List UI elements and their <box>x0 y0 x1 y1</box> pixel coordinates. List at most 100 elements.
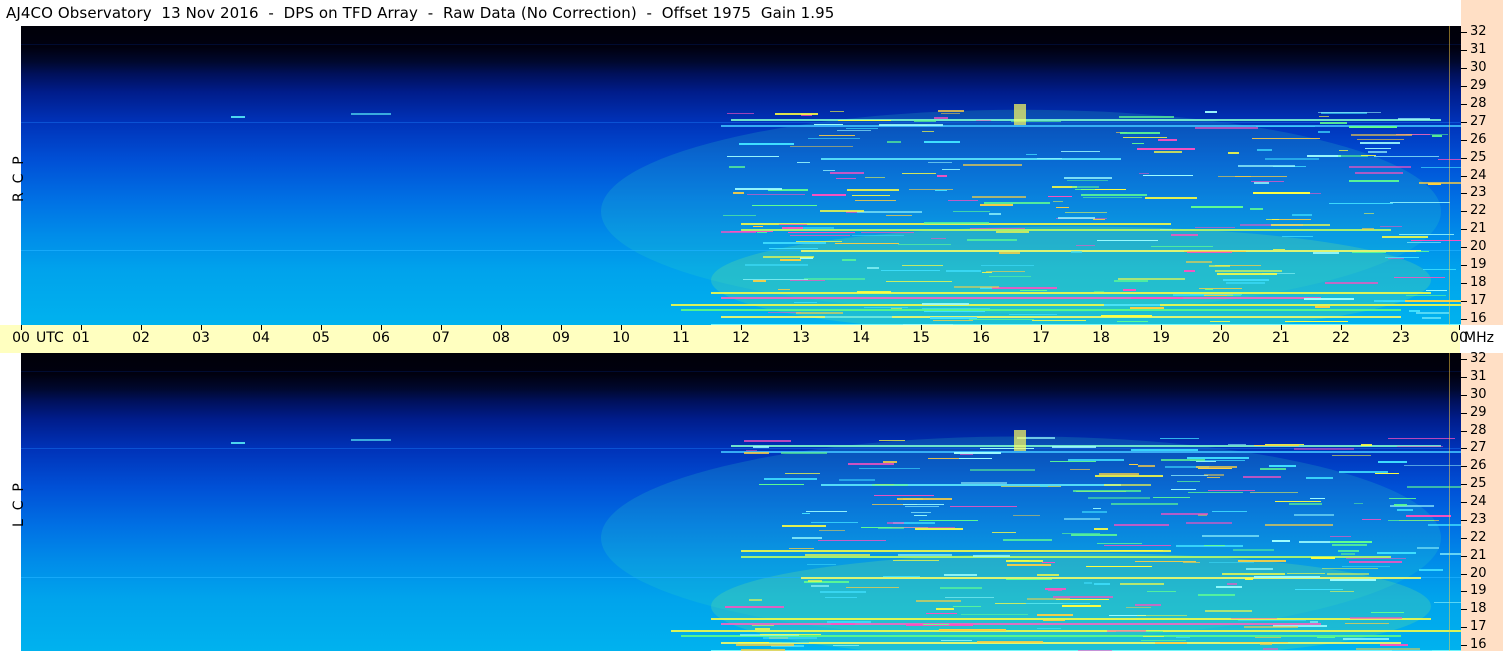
freq-label-16-rcp: 16 <box>1470 311 1487 326</box>
freq-label-17-lcp: 17 <box>1470 619 1487 634</box>
time-tick-mark <box>321 325 322 330</box>
time-label-22: 22 <box>1332 330 1350 346</box>
time-tick-mark <box>261 325 262 330</box>
spectrogram-activity-overlay <box>21 353 1461 651</box>
freq-tick-mark <box>1461 431 1467 432</box>
freq-tick-mark <box>1461 229 1467 230</box>
frequency-axis-corner <box>1461 0 1503 26</box>
freq-label-29-rcp: 29 <box>1470 78 1487 93</box>
freq-tick-mark <box>1461 448 1467 449</box>
freq-label-30-rcp: 30 <box>1470 60 1487 75</box>
freq-tick-mark <box>1461 122 1467 123</box>
freq-label-19-rcp: 19 <box>1470 257 1487 272</box>
freq-label-22-rcp: 22 <box>1470 203 1487 218</box>
spectrogram-activity-overlay <box>21 26 1461 325</box>
time-tick-mark <box>381 325 382 330</box>
time-label-19: 19 <box>1152 330 1170 346</box>
time-label-23: 23 <box>1392 330 1410 346</box>
freq-tick-mark <box>1461 104 1467 105</box>
time-label-end: 00 <box>1450 330 1468 346</box>
freq-tick-mark <box>1461 301 1467 302</box>
freq-tick-mark <box>1461 645 1467 646</box>
time-label-09: 09 <box>552 330 570 346</box>
time-tick-mark <box>21 325 22 330</box>
freq-tick-mark <box>1461 86 1467 87</box>
time-label-21: 21 <box>1272 330 1290 346</box>
polarization-label-rcp: R C P <box>11 156 27 202</box>
time-tick-mark <box>1101 325 1102 330</box>
freq-tick-mark <box>1461 591 1467 592</box>
freq-tick-mark <box>1461 176 1467 177</box>
freq-label-31-rcp: 31 <box>1470 42 1487 57</box>
freq-label-23-lcp: 23 <box>1470 512 1487 527</box>
time-tick-mark <box>861 325 862 330</box>
time-tick-mark <box>141 325 142 330</box>
freq-tick-mark <box>1461 211 1467 212</box>
freq-label-29-lcp: 29 <box>1470 405 1487 420</box>
freq-tick-mark <box>1461 520 1467 521</box>
time-label-20: 20 <box>1212 330 1230 346</box>
mhz-unit-label: MHz <box>1464 330 1494 346</box>
freq-tick-mark <box>1461 574 1467 575</box>
freq-label-19-lcp: 19 <box>1470 583 1487 598</box>
time-label-16: 16 <box>972 330 990 346</box>
freq-tick-mark <box>1461 395 1467 396</box>
time-label-14: 14 <box>852 330 870 346</box>
freq-tick-mark <box>1461 193 1467 194</box>
time-label-start: 00 <box>12 330 30 346</box>
freq-label-18-rcp: 18 <box>1470 275 1487 290</box>
freq-label-27-rcp: 27 <box>1470 114 1487 129</box>
freq-label-25-rcp: 25 <box>1470 150 1487 165</box>
freq-label-18-lcp: 18 <box>1470 601 1487 616</box>
time-label-01: 01 <box>72 330 90 346</box>
freq-tick-mark <box>1461 413 1467 414</box>
time-axis: UTC MHz 00 01 02 03 04 05 06 07 08 09 10 11 12 13 14 15… <box>0 325 1494 353</box>
polarization-label-lcp: L C P <box>11 483 27 527</box>
time-tick-mark <box>681 325 682 330</box>
freq-tick-mark <box>1461 466 1467 467</box>
freq-tick-mark <box>1461 32 1467 33</box>
time-label-11: 11 <box>672 330 690 346</box>
time-label-17: 17 <box>1032 330 1050 346</box>
freq-tick-mark <box>1461 283 1467 284</box>
time-label-15: 15 <box>912 330 930 346</box>
spectrogram-rcp <box>21 26 1461 325</box>
freq-tick-mark <box>1461 502 1467 503</box>
frequency-axis-rcp: 32 31 30 29 28 27 26 25 24 23 22 21 20 19 18 17 16 <box>1461 24 1503 326</box>
time-label-06: 06 <box>372 330 390 346</box>
time-tick-mark <box>1459 325 1460 330</box>
freq-label-26-rcp: 26 <box>1470 132 1487 147</box>
time-label-12: 12 <box>732 330 750 346</box>
freq-label-31-lcp: 31 <box>1470 369 1487 384</box>
time-label-18: 18 <box>1092 330 1110 346</box>
freq-label-28-rcp: 28 <box>1470 96 1487 111</box>
freq-label-21-lcp: 21 <box>1470 548 1487 563</box>
freq-tick-mark <box>1461 627 1467 628</box>
freq-label-17-rcp: 17 <box>1470 293 1487 308</box>
freq-label-20-rcp: 20 <box>1470 239 1487 254</box>
freq-label-32-rcp: 32 <box>1470 24 1487 39</box>
freq-label-23-rcp: 23 <box>1470 185 1487 200</box>
freq-label-16-lcp: 16 <box>1470 637 1487 652</box>
time-label-07: 07 <box>432 330 450 346</box>
time-label-03: 03 <box>192 330 210 346</box>
freq-tick-mark <box>1461 556 1467 557</box>
time-tick-mark <box>621 325 622 330</box>
freq-tick-mark <box>1461 50 1467 51</box>
time-tick-mark <box>501 325 502 330</box>
time-tick-mark <box>741 325 742 330</box>
time-tick-mark <box>1341 325 1342 330</box>
time-tick-mark <box>201 325 202 330</box>
time-label-08: 08 <box>492 330 510 346</box>
time-label-13: 13 <box>792 330 810 346</box>
time-tick-mark <box>1221 325 1222 330</box>
time-tick-mark <box>81 325 82 330</box>
time-label-05: 05 <box>312 330 330 346</box>
freq-tick-mark <box>1461 377 1467 378</box>
freq-label-26-lcp: 26 <box>1470 458 1487 473</box>
freq-label-25-lcp: 25 <box>1470 476 1487 491</box>
time-label-02: 02 <box>132 330 150 346</box>
time-tick-mark <box>981 325 982 330</box>
time-tick-mark <box>1401 325 1402 330</box>
freq-label-32-lcp: 32 <box>1470 351 1487 366</box>
